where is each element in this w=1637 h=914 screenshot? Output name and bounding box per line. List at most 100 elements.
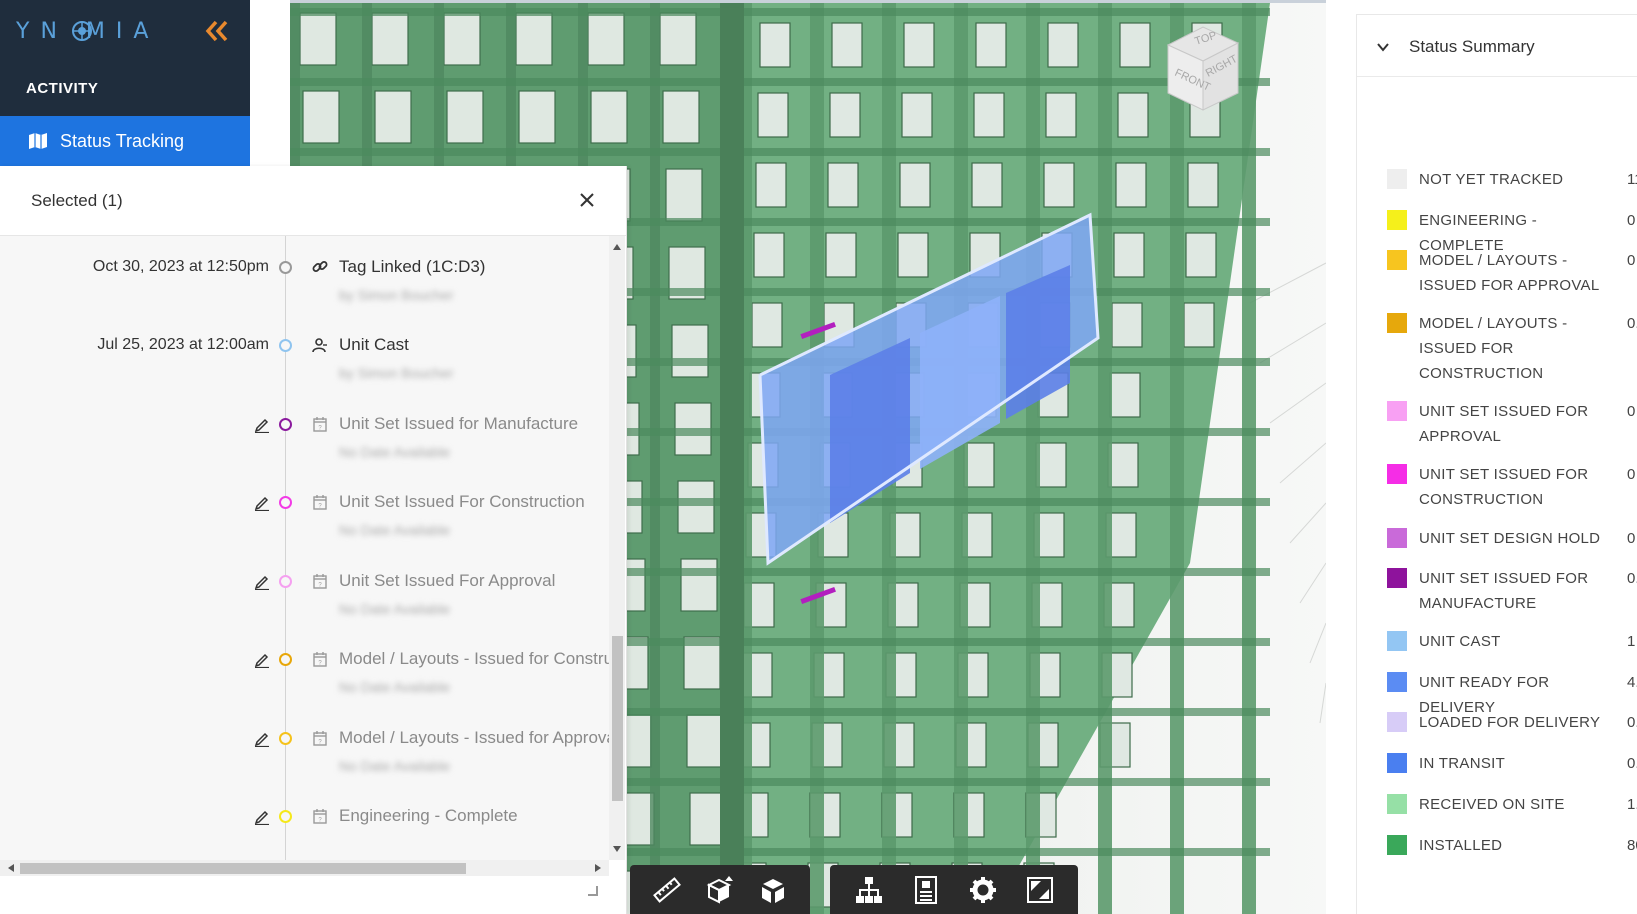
viewer-toolbar-tools bbox=[630, 865, 810, 914]
properties-icon bbox=[914, 875, 937, 904]
calendar-icon: ? bbox=[312, 494, 328, 510]
status-color-swatch bbox=[1387, 169, 1407, 189]
status-count: 1 bbox=[1627, 633, 1636, 650]
status-label: RECEIVED ON SITE bbox=[1419, 796, 1565, 813]
sidebar: YN MIA ACTIVITY Status Tracking bbox=[0, 0, 250, 166]
resize-handle[interactable] bbox=[588, 886, 598, 896]
edit-pencil-icon[interactable] bbox=[254, 495, 270, 512]
status-label: UNIT SET ISSUED FOR CONSTRUCTION bbox=[1419, 466, 1589, 508]
explode-button[interactable] bbox=[756, 870, 791, 910]
event-title: Unit Set Issued for Manufacture bbox=[339, 414, 579, 433]
status-color-swatch bbox=[1387, 835, 1407, 855]
timeline-dot bbox=[279, 575, 292, 588]
calendar-icon: ? bbox=[312, 808, 328, 824]
event-subtitle: No Date Available bbox=[339, 679, 451, 695]
scroll-thumb[interactable] bbox=[612, 636, 623, 801]
status-label: UNIT SET DESIGN HOLD bbox=[1419, 530, 1601, 547]
edit-pencil-icon[interactable] bbox=[254, 652, 270, 669]
section-button[interactable] bbox=[702, 870, 737, 910]
status-count: 0 bbox=[1627, 530, 1636, 547]
status-summary-panel: Status Summary ◂ NOT YET TRACKED11ENGINE… bbox=[1326, 0, 1637, 914]
collapse-sidebar-button[interactable] bbox=[202, 16, 232, 46]
link-icon bbox=[312, 259, 328, 275]
ruler-icon bbox=[652, 876, 681, 903]
close-icon bbox=[580, 193, 594, 207]
status-count: 80 bbox=[1627, 837, 1637, 854]
event-subtitle: No Date Available bbox=[339, 758, 451, 774]
settings-icon bbox=[969, 876, 996, 903]
timeline-item: ? Model / Layouts - Issued for Construc No… bbox=[0, 628, 609, 708]
timeline-dot bbox=[279, 810, 292, 823]
timeline-item: ? Unit Set Issued For Approval No Date Ava… bbox=[0, 550, 609, 630]
status-count: 11 bbox=[1627, 171, 1637, 188]
panel-title: Selected (1) bbox=[31, 191, 123, 210]
event-subtitle: No Date Available bbox=[339, 522, 451, 538]
status-color-swatch bbox=[1387, 313, 1407, 333]
vertical-scrollbar[interactable] bbox=[609, 236, 625, 860]
status-count: 0 bbox=[1627, 252, 1636, 269]
timeline-dot bbox=[279, 261, 292, 274]
timeline-item: Oct 30, 2023 at 12:50pm Tag Linked (1C:D3… bbox=[0, 236, 609, 316]
chevron-down-icon[interactable] bbox=[1375, 39, 1391, 55]
edit-pencil-icon[interactable] bbox=[254, 731, 270, 748]
event-date: Jul 25, 2023 at 12:00am bbox=[97, 336, 269, 353]
view-cube[interactable]: TOP FRONT RIGHT bbox=[1148, 15, 1248, 115]
edit-pencil-icon[interactable] bbox=[254, 809, 270, 826]
status-count: 1. bbox=[1627, 796, 1637, 813]
status-color-swatch bbox=[1387, 528, 1407, 548]
selection-panel: Selected (1) Oct 30, 2023 at 12:50pm Tag … bbox=[0, 166, 627, 914]
tree-icon bbox=[855, 876, 882, 903]
event-title: Unit Cast bbox=[339, 335, 409, 354]
status-label: IN TRANSIT bbox=[1419, 755, 1506, 772]
activity-timeline[interactable]: Oct 30, 2023 at 12:50pm Tag Linked (1C:D3… bbox=[0, 236, 609, 860]
status-label: UNIT SET ISSUED FOR APPROVAL bbox=[1419, 403, 1589, 445]
status-summary-card: Status Summary ◂ NOT YET TRACKED11ENGINE… bbox=[1356, 14, 1637, 914]
status-color-swatch bbox=[1387, 794, 1407, 814]
panel-header: Selected (1) bbox=[0, 166, 626, 236]
edit-pencil-icon[interactable] bbox=[254, 574, 270, 591]
status-count: 0. bbox=[1627, 714, 1637, 731]
status-label: UNIT SET ISSUED FOR MANUFACTURE bbox=[1419, 570, 1589, 612]
status-color-swatch bbox=[1387, 401, 1407, 421]
nav-item-label: Status Tracking bbox=[60, 130, 185, 151]
close-panel-button[interactable] bbox=[575, 188, 599, 212]
status-label: INSTALLED bbox=[1419, 837, 1503, 854]
user-icon bbox=[312, 337, 328, 353]
timeline-dot bbox=[279, 732, 292, 745]
status-summary-title: Status Summary bbox=[1409, 37, 1535, 56]
status-color-swatch bbox=[1387, 210, 1407, 230]
scroll-left-arrow[interactable] bbox=[8, 864, 14, 872]
properties-button[interactable] bbox=[906, 870, 945, 910]
status-summary-header[interactable]: Status Summary bbox=[1357, 15, 1637, 77]
event-subtitle: by Simon Boucher bbox=[339, 287, 454, 303]
status-color-swatch bbox=[1387, 464, 1407, 484]
calendar-icon: ? bbox=[312, 730, 328, 746]
event-title: Tag Linked (1C:D3) bbox=[339, 257, 486, 276]
model-browser-button[interactable] bbox=[849, 870, 888, 910]
calendar-icon: ? bbox=[312, 416, 328, 432]
calendar-icon: ? bbox=[312, 651, 328, 667]
status-count: 0. bbox=[1627, 755, 1637, 772]
timeline-dot bbox=[279, 339, 292, 352]
activity-section-label: ACTIVITY bbox=[26, 80, 99, 97]
status-color-swatch bbox=[1387, 250, 1407, 270]
scroll-right-arrow[interactable] bbox=[595, 864, 601, 872]
horizontal-scrollbar[interactable] bbox=[0, 860, 609, 876]
measure-button[interactable] bbox=[649, 870, 684, 910]
settings-button[interactable] bbox=[963, 870, 1002, 910]
timeline-dot bbox=[279, 496, 292, 509]
event-date: Oct 30, 2023 at 12:50pm bbox=[92, 258, 269, 275]
timeline-item: ? Unit Set Issued for Manufacture No Date … bbox=[0, 393, 609, 473]
edit-pencil-icon[interactable] bbox=[254, 417, 270, 434]
nav-item-status-tracking[interactable]: Status Tracking bbox=[0, 116, 250, 166]
scroll-up-arrow[interactable] bbox=[613, 244, 621, 250]
fullscreen-button[interactable] bbox=[1020, 870, 1059, 910]
status-label: UNIT CAST bbox=[1419, 633, 1501, 650]
status-count: 0. bbox=[1627, 570, 1637, 587]
status-color-swatch bbox=[1387, 631, 1407, 651]
status-count: 4. bbox=[1627, 674, 1637, 691]
section-cube-icon bbox=[706, 875, 733, 904]
event-title: Model / Layouts - Issued for Construc bbox=[339, 649, 609, 668]
scroll-down-arrow[interactable] bbox=[613, 846, 621, 852]
scroll-thumb-horizontal[interactable] bbox=[20, 863, 466, 874]
